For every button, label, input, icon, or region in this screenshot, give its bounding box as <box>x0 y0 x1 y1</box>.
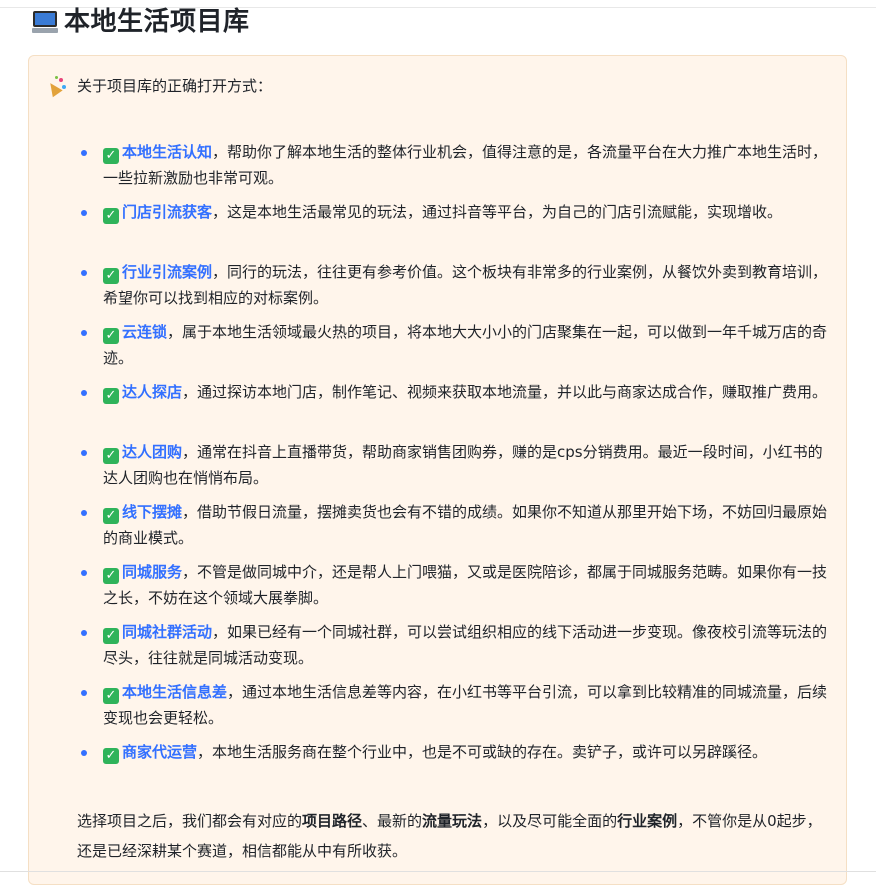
project-list: ✓ 本地生活认知，帮助你了解本地生活的整体行业机会，值得注意的是，各流量平台在大力… <box>29 139 848 799</box>
list-item: ✓ 同城社群活动，如果已经有一个同城社群，可以尝试组织相应的线下活动进一步变现。像… <box>29 619 848 679</box>
check-mark-icon: ✓ <box>103 628 119 644</box>
callout-intro-text: 关于项目库的正确打开方式： <box>77 77 273 95</box>
conclusion-bold: 流量玩法 <box>422 812 483 830</box>
check-mark-icon: ✓ <box>103 568 119 584</box>
laptop-icon <box>32 9 58 35</box>
list-item: ✓ 本地生活信息差，通过本地生活信息差等内容，在小红书等平台引流，可以拿到比较精准… <box>29 679 848 739</box>
list-item: ✓ 达人团购，通常在抖音上直播带货，帮助商家销售团购券，赚的是cps分销费用。最近… <box>29 439 848 499</box>
item-description: ，借助节假日流量，摆摊卖货也会有不错的成绩。如果你不知道从那里开始下场，不妨回归… <box>103 503 828 547</box>
bullet-dot <box>81 330 87 336</box>
bottom-divider <box>0 871 876 872</box>
list-item: ✓ 商家代运营，本地生活服务商在整个行业中，也是不可或缺的存在。卖铲子，或许可以另… <box>29 739 848 799</box>
bullet-dot <box>81 270 87 276</box>
item-description: ，通常在抖音上直播带货，帮助商家销售团购券，赚的是cps分销费用。最近一段时间，… <box>103 443 823 487</box>
item-title-link[interactable]: 同城服务 <box>122 563 182 581</box>
list-item: ✓ 行业引流案例，同行的玩法，往往更有参考价值。这个板块有非常多的行业案例，从餐饮… <box>29 259 848 319</box>
item-title-link[interactable]: 商家代运营 <box>122 743 197 761</box>
item-title-link[interactable]: 达人探店 <box>122 383 182 401</box>
item-description: ，通过探访本地门店，制作笔记、视频来获取本地流量，并以此与商家达成合作，赚取推广… <box>182 383 828 401</box>
item-description: ，本地生活服务商在整个行业中，也是不可或缺的存在。卖铲子，或许可以另辟蹊径。 <box>197 743 768 761</box>
item-description: ，不管是做同城中介，还是帮人上门喂猫，又或是医院陪诊，都属于同城服务范畴。如果你… <box>103 563 828 607</box>
list-item: ✓ 达人探店，通过探访本地门店，制作笔记、视频来获取本地流量，并以此与商家达成合作… <box>29 379 848 439</box>
page-title: 本地生活项目库 <box>32 4 250 40</box>
check-mark-icon: ✓ <box>103 688 119 704</box>
item-title-link[interactable]: 行业引流案例 <box>122 263 212 281</box>
list-item: ✓ 云连锁，属于本地生活领域最火热的项目，将本地大大小小的门店聚集在一起，可以做到… <box>29 319 848 379</box>
bullet-dot <box>81 570 87 576</box>
bullet-dot <box>81 450 87 456</box>
item-title-link[interactable]: 线下摆摊 <box>122 503 182 521</box>
check-mark-icon: ✓ <box>103 148 119 164</box>
item-description: ，如果已经有一个同城社群，可以尝试组织相应的线下活动进一步变现。像夜校引流等玩法… <box>103 623 828 667</box>
conclusion-bold: 行业案例 <box>617 812 678 830</box>
party-popper-icon <box>45 76 67 98</box>
item-title-link[interactable]: 同城社群活动 <box>122 623 212 641</box>
item-title-link[interactable]: 云连锁 <box>122 323 167 341</box>
check-mark-icon: ✓ <box>103 508 119 524</box>
callout-box: 关于项目库的正确打开方式： ✓ 本地生活认知，帮助你了解本地生活的整体行业机会，值… <box>28 55 847 885</box>
item-description: ，属于本地生活领域最火热的项目，将本地大大小小的门店聚集在一起，可以做到一年千城… <box>103 323 828 367</box>
conclusion-paragraph: 选择项目之后，我们都会有对应的项目路径、最新的流量玩法，以及尽可能全面的行业案例… <box>77 806 829 866</box>
conclusion-text: ，以及尽可能全面的 <box>482 812 618 830</box>
bullet-dot <box>81 750 87 756</box>
bullet-dot <box>81 390 87 396</box>
item-title-link[interactable]: 门店引流获客 <box>122 203 212 221</box>
check-mark-icon: ✓ <box>103 448 119 464</box>
item-title-link[interactable]: 达人团购 <box>122 443 182 461</box>
list-item: ✓ 同城服务，不管是做同城中介，还是帮人上门喂猫，又或是医院陪诊，都属于同城服务范… <box>29 559 848 619</box>
check-mark-icon: ✓ <box>103 208 119 224</box>
item-description: ，这是本地生活最常见的玩法，通过抖音等平台，为自己的门店引流赋能，实现增收。 <box>212 203 783 221</box>
conclusion-text: 、最新的 <box>362 812 423 830</box>
list-item: ✓ 门店引流获客，这是本地生活最常见的玩法，通过抖音等平台，为自己的门店引流赋能，… <box>29 199 848 259</box>
bullet-dot <box>81 630 87 636</box>
conclusion-bold: 项目路径 <box>302 812 363 830</box>
bullet-dot <box>81 150 87 156</box>
callout-intro: 关于项目库的正确打开方式： <box>45 76 273 98</box>
bullet-dot <box>81 690 87 696</box>
check-mark-icon: ✓ <box>103 748 119 764</box>
check-mark-icon: ✓ <box>103 328 119 344</box>
item-title-link[interactable]: 本地生活信息差 <box>122 683 227 701</box>
check-mark-icon: ✓ <box>103 388 119 404</box>
page-title-text: 本地生活项目库 <box>64 7 250 37</box>
list-item: ✓ 本地生活认知，帮助你了解本地生活的整体行业机会，值得注意的是，各流量平台在大力… <box>29 139 848 199</box>
conclusion-text: 选择项目之后，我们都会有对应的 <box>77 812 303 830</box>
item-description: ，帮助你了解本地生活的整体行业机会，值得注意的是，各流量平台在大力推广本地生活时… <box>103 143 828 187</box>
bullet-dot <box>81 210 87 216</box>
item-description: ，同行的玩法，往往更有参考价值。这个板块有非常多的行业案例，从餐饮外卖到教育培训… <box>103 263 828 307</box>
bullet-dot <box>81 510 87 516</box>
list-item: ✓ 线下摆摊，借助节假日流量，摆摊卖货也会有不错的成绩。如果你不知道从那里开始下场… <box>29 499 848 559</box>
check-mark-icon: ✓ <box>103 268 119 284</box>
item-title-link[interactable]: 本地生活认知 <box>122 143 212 161</box>
